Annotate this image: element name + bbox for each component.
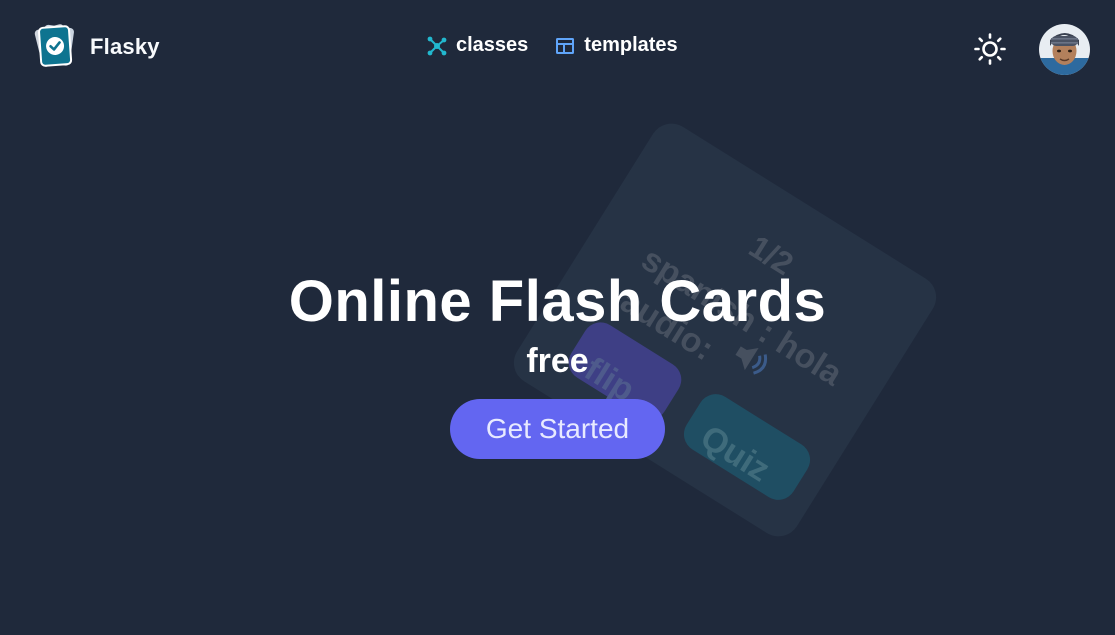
user-avatar[interactable] <box>1039 24 1090 75</box>
main-nav: classes templates <box>426 34 678 57</box>
brand-home-link[interactable]: Flasky <box>30 20 160 70</box>
decorative-quiz-label: Quiz <box>693 418 777 490</box>
avatar-image <box>1039 24 1090 75</box>
hero-subtitle: free <box>526 342 589 380</box>
nav-templates-label: templates <box>584 34 678 56</box>
decorative-quiz-button <box>677 387 817 507</box>
nav-templates-link[interactable]: templates <box>554 34 678 57</box>
theme-toggle-button[interactable] <box>972 31 1008 67</box>
nav-classes-link[interactable]: classes <box>426 34 528 57</box>
get-started-button[interactable]: Get Started <box>450 399 665 459</box>
template-icon <box>556 37 575 54</box>
nav-classes-label: classes <box>456 34 529 56</box>
hero-section: Online Flash Cards free <box>0 268 1115 386</box>
flashcard-logo-icon <box>34 24 74 67</box>
brand-name: Flasky <box>90 34 160 59</box>
sun-icon <box>974 33 1006 65</box>
top-navbar: Flasky classes templates <box>0 0 1115 100</box>
page: 1/2 spanish : hola audio: flip Quiz Flas… <box>0 0 1115 635</box>
hero-title: Online Flash Cards <box>288 269 827 334</box>
molecule-icon <box>427 36 447 55</box>
